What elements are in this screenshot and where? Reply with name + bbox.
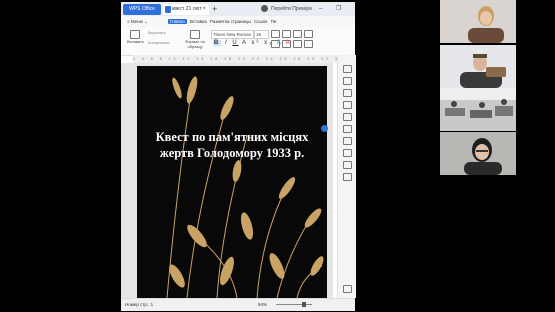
video-tile-3[interactable] [440,88,516,131]
video-tile-2[interactable] [440,45,516,88]
align-center-icon[interactable] [282,40,291,48]
history-icon[interactable] [343,161,352,169]
zoom-slider[interactable] [276,304,312,305]
cut-button[interactable]: Вырезать [148,30,174,35]
participant-video-2 [460,54,506,88]
participant-video-4 [464,138,502,175]
align-left-icon[interactable] [271,40,280,48]
indent-icon[interactable] [293,30,302,38]
ribbon-tabs: Главна Вставка Разметка страницы Ссылк П… [168,17,278,26]
paste-icon [130,30,140,39]
title-line-2: жертв Голодомору 1933 р. [159,146,305,160]
italic-button[interactable]: I [225,40,229,46]
shape-icon[interactable] [343,89,352,97]
home-toolbar: Вставить Вырезать Копировать Формат по о… [121,27,355,56]
superscript-button[interactable]: x² [251,40,260,46]
zoom-level[interactable]: 94% [258,299,267,311]
justify-icon[interactable] [304,40,313,48]
tab-page-layout[interactable]: Разметка страницы [210,19,251,24]
cursor-icon[interactable] [343,77,352,85]
help-icon[interactable] [343,173,352,181]
tab-home[interactable]: Главна [168,19,187,24]
video-tile-4[interactable] [440,132,516,175]
title-line-1: Квест по пам'ятних місцях [155,130,309,144]
right-sidebar [337,55,356,298]
underline-button[interactable]: U [232,40,238,46]
document-page[interactable]: Квест по пам'ятних місцях жертв Голодомо… [137,66,327,298]
user-avatar[interactable] [261,5,268,12]
picture-icon[interactable] [343,113,352,121]
tab-references[interactable]: Ссылк [254,19,267,24]
document-tab-label: квест 21 лют [172,6,202,12]
font-name-select[interactable]: Times New Roman [211,30,254,39]
font-size-select[interactable]: 16 [254,30,269,39]
document-area: Квест по пам'ятних місцях жертв Голодомо… [121,63,333,298]
video-tile-1[interactable] [440,0,516,43]
share-icon[interactable] [343,149,352,157]
tab-insert[interactable]: Вставка [190,19,207,24]
copy-label: Копировать [148,40,170,45]
bold-button[interactable]: B [213,40,222,46]
strikethrough-button[interactable]: A [242,40,248,46]
participant-video-3 [440,88,516,118]
close-tab-icon[interactable]: × [202,4,206,15]
status-bar: Номер стр.: 1 94% [121,298,355,311]
bullet-list-icon[interactable] [271,30,280,38]
paragraph-tools [271,30,333,48]
translate-icon[interactable] [343,137,352,145]
comment-icon[interactable] [343,125,352,133]
collapse-icon[interactable] [343,285,352,293]
format-painter-icon [190,30,200,39]
page-number: Номер стр.: 1 [125,302,154,307]
wps-office-tab[interactable]: WPS Office [123,4,161,15]
format-painter-label: Формат по образцу [185,39,205,49]
align-right-icon[interactable] [293,40,302,48]
ruler[interactable]: 2 4 6 8 10 12 14 16 18 20 22 24 26 28 30… [133,55,337,63]
format-painter-button[interactable]: Формат по образцу [183,30,207,49]
cut-label: Вырезать [148,30,166,35]
new-tab-button[interactable]: + [212,2,217,16]
document-title: Квест по пам'ятних місцях жертв Голодомо… [137,129,327,161]
title-tab-bar: WPS Office квест 21 лют × + Перейти Прем… [121,2,355,26]
numbered-list-icon[interactable] [282,30,291,38]
sort-icon[interactable] [304,30,313,38]
wps-window: WPS Office квест 21 лют × + Перейти Прем… [121,2,356,311]
wheat-image [166,76,324,298]
document-tab[interactable]: квест 21 лют × [163,4,209,15]
location-pin-icon[interactable] [321,125,328,132]
paste-label: Вставить [127,39,144,44]
tab-review[interactable]: Пе [271,19,277,24]
menu-bar: ≡ Меню ⌄ Главна Вставка Разметка страниц… [121,16,355,27]
main-menu-button[interactable]: ≡ Меню ⌄ [127,16,148,27]
participant-video-1 [468,6,504,43]
pen-icon[interactable] [343,65,352,73]
lock-icon[interactable] [343,101,352,109]
premium-link[interactable]: Перейти Преміум [271,2,312,16]
zoom-slider-handle[interactable] [302,302,306,307]
copy-button[interactable]: Копировать [148,40,180,45]
document-icon [165,6,171,13]
paste-button[interactable]: Вставить [127,30,144,44]
